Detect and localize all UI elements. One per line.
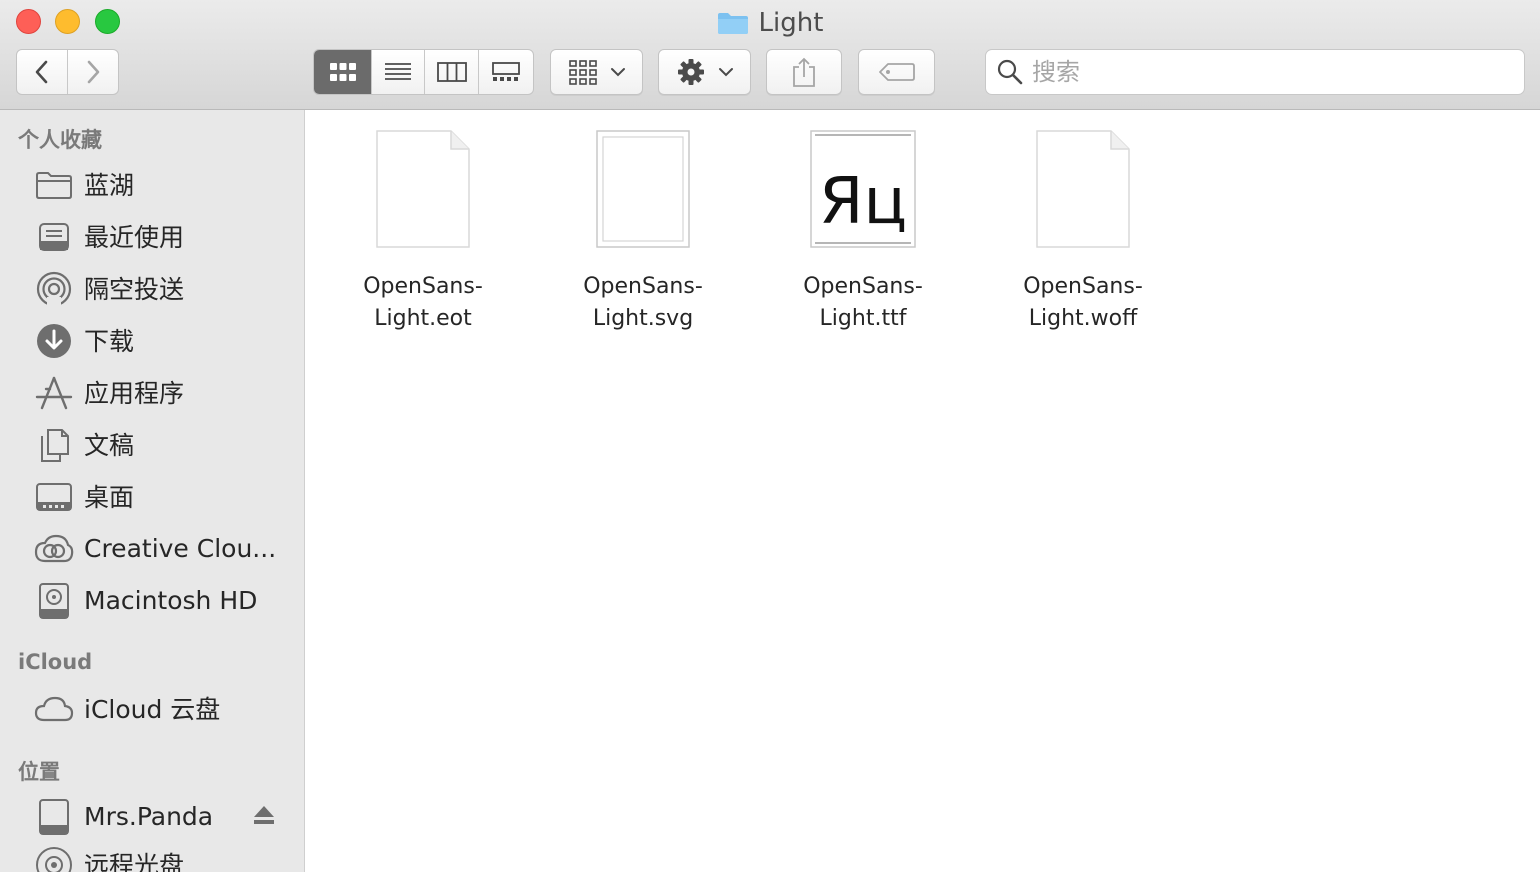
group-grid-icon <box>568 60 597 85</box>
downloads-icon <box>34 324 74 358</box>
share-icon <box>793 57 815 87</box>
sidebar: 个人收藏 蓝湖 最近使用 隔空投送 下载 应用程序 文稿 桌面 Creative… <box>0 110 305 872</box>
sidebar-item-macintosh-hd[interactable]: Macintosh HD <box>0 576 304 624</box>
document-icon <box>1023 125 1143 251</box>
sidebar-heading-icloud: iCloud <box>18 650 93 674</box>
sidebar-item-label: 下载 <box>84 327 135 356</box>
chevron-right-icon <box>87 60 100 84</box>
action-menu-button[interactable] <box>658 49 751 95</box>
chevron-down-icon <box>610 68 625 77</box>
list-icon <box>385 63 411 80</box>
share-button[interactable] <box>766 49 842 95</box>
sidebar-item-creative-cloud[interactable]: Creative Clou... <box>0 524 304 572</box>
airdrop-icon <box>34 271 74 307</box>
file-item[interactable]: Яц OpenSans- Light.ttf <box>763 125 963 335</box>
optical-disc-icon <box>34 847 74 872</box>
sidebar-heading-locations: 位置 <box>18 760 60 784</box>
gallery-view-button[interactable] <box>479 50 533 94</box>
recents-icon <box>34 220 74 254</box>
desktop-icon <box>34 480 74 514</box>
sidebar-item-icloud-drive[interactable]: iCloud 云盘 <box>0 684 304 732</box>
file-name: OpenSans- Light.svg <box>583 274 703 331</box>
sidebar-item-label: Creative Clou... <box>84 533 277 563</box>
file-item[interactable]: OpenSans- Light.woff <box>983 125 1183 335</box>
font-preview-glyphs: Яц <box>819 165 907 239</box>
sidebar-item-documents[interactable]: 文稿 <box>0 420 304 468</box>
view-mode-control <box>313 49 534 95</box>
sidebar-item-label: 隔空投送 <box>84 275 185 304</box>
navigation-buttons <box>16 49 119 95</box>
document-icon <box>363 125 483 251</box>
list-view-button[interactable] <box>372 50 425 94</box>
sidebar-item-label: 文稿 <box>84 431 135 460</box>
back-button[interactable] <box>17 50 68 94</box>
folder-icon <box>34 168 74 202</box>
window-title-bar: Light <box>0 6 1540 40</box>
sidebar-item-remote-disc[interactable]: 远程光盘 <box>0 840 304 872</box>
search-field[interactable] <box>985 49 1525 95</box>
tags-button[interactable] <box>858 49 935 95</box>
sidebar-item-airdrop[interactable]: 隔空投送 <box>0 264 304 312</box>
sidebar-item-label: Mrs.Panda <box>84 801 214 831</box>
hard-disk-icon <box>34 583 74 619</box>
file-name: OpenSans- Light.eot <box>363 274 483 331</box>
search-icon <box>997 59 1023 85</box>
columns-icon <box>436 62 467 82</box>
font-file-icon: Яц <box>803 125 923 251</box>
toolbar: Light <box>0 0 1540 110</box>
sidebar-item-label: 最近使用 <box>84 223 185 252</box>
sidebar-item-lanhu[interactable]: 蓝湖 <box>0 160 304 208</box>
sidebar-item-label: 应用程序 <box>84 379 185 408</box>
tag-icon <box>878 63 915 81</box>
sidebar-item-label: 远程光盘 <box>84 851 185 872</box>
forward-button[interactable] <box>68 50 119 94</box>
eject-icon[interactable] <box>252 804 276 826</box>
finder-window: Light 搜索 个人收藏 蓝湖 最近使用 隔空投送 下载 应用程序 文稿 桌面… <box>0 0 1540 872</box>
column-view-button[interactable] <box>425 50 479 94</box>
file-browser: OpenSans-Light.eot OpenSans-Light.svg <box>306 111 1540 872</box>
applications-icon <box>34 376 74 410</box>
chevron-left-icon <box>35 60 48 84</box>
svg-file-icon <box>583 125 703 251</box>
sidebar-item-applications[interactable]: 应用程序 <box>0 368 304 416</box>
group-by-button[interactable] <box>550 49 643 95</box>
sidebar-item-downloads[interactable]: 下载 <box>0 316 304 364</box>
window-title: Light <box>758 8 824 38</box>
icon-view-button[interactable] <box>314 50 372 94</box>
sidebar-item-label: 蓝湖 <box>84 171 135 200</box>
sidebar-item-recents[interactable]: 最近使用 <box>0 212 304 260</box>
gallery-icon <box>492 62 520 81</box>
file-name: OpenSans- Light.ttf <box>803 274 923 331</box>
sidebar-item-label: iCloud 云盘 <box>84 695 221 724</box>
sidebar-item-desktop[interactable]: 桌面 <box>0 472 304 520</box>
file-item[interactable]: OpenSans- Light.svg <box>543 125 743 335</box>
sidebar-item-mrs-panda[interactable]: Mrs.Panda <box>0 792 304 840</box>
search-input[interactable] <box>1032 58 1524 86</box>
external-disk-icon <box>34 799 74 835</box>
file-item[interactable]: OpenSans- Light.eot <box>323 125 523 335</box>
chevron-down-icon <box>718 68 733 77</box>
cloud-icon <box>34 692 74 726</box>
file-name: OpenSans- Light.woff <box>1023 274 1143 331</box>
creative-cloud-icon <box>34 532 74 566</box>
sidebar-item-label: Macintosh HD <box>84 585 258 615</box>
sidebar-item-label: 桌面 <box>84 483 135 512</box>
sidebar-heading-favorites: 个人收藏 <box>18 128 102 152</box>
folder-icon <box>717 13 748 34</box>
grid-icon <box>329 63 356 81</box>
documents-icon <box>34 428 74 462</box>
gear-icon <box>677 59 704 85</box>
